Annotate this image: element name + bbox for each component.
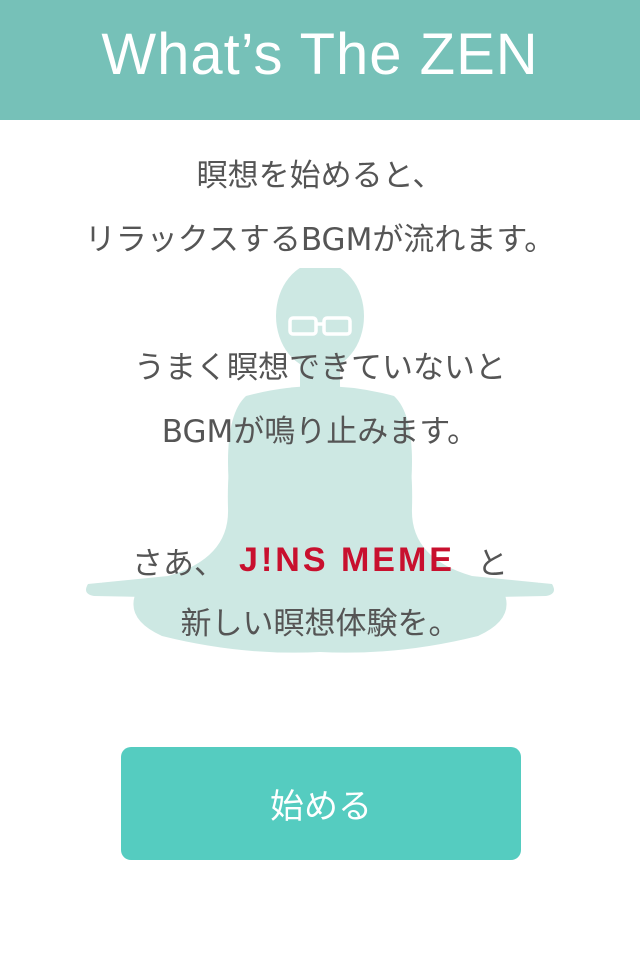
brand-suffix: と bbox=[476, 545, 508, 582]
intro-line-3: うまく瞑想できていないと bbox=[134, 350, 506, 386]
intro-line-1: 瞑想を始めると、 bbox=[196, 158, 444, 194]
intro-line-4: BGMが鳴り止みます。 bbox=[161, 414, 479, 450]
brand-line: さあ、 J!NS MEME と bbox=[0, 540, 640, 582]
start-button[interactable]: 始める bbox=[121, 747, 521, 860]
intro-line-2: リラックスするBGMが流れます。 bbox=[84, 222, 556, 258]
brand-prefix: さあ、 bbox=[132, 545, 226, 582]
meditating-person-icon bbox=[86, 268, 554, 653]
jins-meme-logo: J!NS MEME bbox=[239, 540, 455, 579]
closing-line: 新しい瞑想体験を。 bbox=[180, 606, 460, 642]
header-bar: What’s The ZEN bbox=[0, 0, 640, 120]
page-title: What’s The ZEN bbox=[101, 21, 539, 87]
